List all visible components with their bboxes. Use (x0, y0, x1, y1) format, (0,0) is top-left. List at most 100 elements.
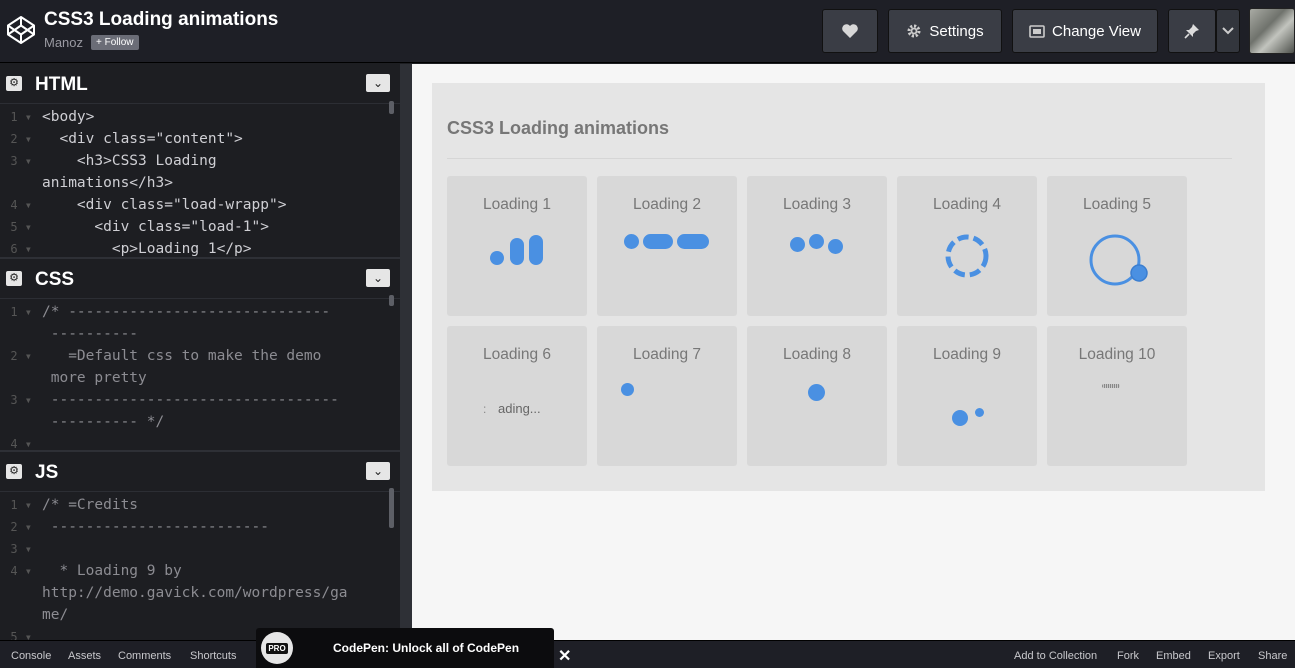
line-number: 4 ▾ (10, 564, 32, 578)
tile-label: Loading 3 (782, 196, 852, 213)
console-button[interactable]: Console (11, 650, 51, 662)
line-number: 5 ▾ (10, 220, 32, 234)
code-line: --------------------------------- (42, 392, 339, 408)
tile-label: Loading 9 (932, 346, 1002, 363)
tile-label: Loading 1 (482, 196, 552, 213)
line-number: 5 ▾ (10, 630, 32, 640)
html-settings-icon[interactable]: ⚙ (6, 76, 22, 91)
line-number: 4 ▾ (10, 198, 32, 212)
tile-label: Loading 4 (932, 196, 1002, 213)
bottom-bar: Console Assets Comments Shortcuts Add to… (0, 640, 1295, 668)
code-line: me/ (42, 607, 69, 623)
css-pane-title: CSS (35, 269, 75, 290)
line-number: 3 ▾ (10, 542, 32, 556)
loader-tile-9: Loading 9 (897, 326, 1037, 466)
chevron-down-icon (1222, 27, 1234, 35)
layout-icon (1029, 24, 1045, 38)
dashed-ring-spinner (945, 234, 989, 278)
pro-promo-banner[interactable]: PRO CodePen: Unlock all of CodePen (256, 628, 554, 668)
code-line: /* ------------------------------ (42, 304, 331, 320)
tile-label: Loading 10 (1078, 346, 1156, 363)
code-line: ---------- */ (42, 414, 165, 430)
pin-button[interactable] (1168, 9, 1216, 53)
loader-tile-8: Loading 8 (747, 326, 887, 466)
line-number: 1 ▾ (10, 110, 32, 124)
comments-button[interactable]: Comments (118, 650, 171, 662)
assets-button[interactable]: Assets (68, 650, 101, 662)
pin-dropdown-button[interactable] (1216, 9, 1240, 53)
export-button[interactable]: Export (1208, 650, 1240, 662)
tile-label: Loading 5 (1082, 196, 1152, 213)
code-line: <h3>CSS3 Loading (42, 153, 217, 169)
tile-label: Loading 8 (782, 346, 852, 363)
heart-button[interactable] (822, 9, 878, 53)
css-scrollbar[interactable] (389, 295, 394, 306)
loading-text: ading... (498, 401, 541, 416)
code-line: ---------- (42, 326, 139, 342)
loader-tile-4: Loading 4 (897, 176, 1037, 316)
follow-button[interactable]: + Follow (91, 35, 139, 50)
html-scrollbar[interactable] (389, 101, 394, 114)
orbit-spinner (1089, 234, 1148, 286)
js-pane-title: JS (35, 462, 59, 483)
loading-text-mark: : (483, 402, 487, 416)
line-number: 3 ▾ (10, 154, 32, 168)
loader-tile-1: Loading 1 (447, 176, 587, 316)
pin-icon (1184, 24, 1199, 39)
line-number: 2 ▾ (10, 349, 32, 363)
loader-dot (624, 234, 639, 249)
add-to-collection-button[interactable]: Add to Collection (1014, 650, 1097, 662)
code-line: /* =Credits (42, 497, 139, 513)
settings-button[interactable]: Settings (888, 9, 1002, 53)
loader-tile-10: Loading 10 (1047, 326, 1187, 466)
loader-dot (952, 410, 968, 426)
css-settings-icon[interactable]: ⚙ (6, 271, 22, 286)
code-line: * Loading 9 by (42, 563, 182, 579)
line-number: 1 ▾ (10, 498, 32, 512)
js-editor-pane: ⚙ JS ⌄ 1 ▾ /* =Credits 2 ▾ ---------------… (0, 450, 400, 640)
code-line: http://demo.gavick.com/wordpress/ga (42, 585, 348, 601)
author-name[interactable]: Manoz (44, 35, 83, 50)
codepen-logo-icon[interactable] (6, 15, 36, 45)
user-avatar[interactable] (1249, 8, 1295, 54)
js-scrollbar[interactable] (389, 488, 394, 528)
code-line: <div class="content"> (42, 131, 243, 147)
codepen-editor: CSS3 Loading animations Manoz + Follow S… (0, 0, 1295, 668)
loader-pill (677, 234, 709, 249)
shortcuts-button[interactable]: Shortcuts (190, 650, 236, 662)
fork-button[interactable]: Fork (1117, 650, 1139, 662)
loader-bar (510, 238, 524, 265)
resize-divider[interactable] (400, 64, 412, 640)
code-line: <div class="load-1"> (42, 219, 269, 235)
embed-button[interactable]: Embed (1156, 650, 1191, 662)
settings-label: Settings (929, 22, 984, 40)
loader-tile-5: Loading 5 (1047, 176, 1187, 316)
share-button[interactable]: Share (1258, 650, 1287, 662)
js-pane-header: ⚙ JS ⌄ (0, 452, 400, 492)
js-settings-icon[interactable]: ⚙ (6, 464, 22, 479)
close-icon[interactable]: ✕ (558, 646, 571, 666)
line-number: 3 ▾ (10, 393, 32, 407)
css-editor-pane: ⚙ CSS ⌄ 1 ▾ /* --------------------------… (0, 257, 400, 449)
css-pane-header: ⚙ CSS ⌄ (0, 259, 400, 299)
loader-bar (529, 235, 543, 265)
pro-badge-label: PRO (266, 642, 288, 654)
code-line: <p>Loading 1</p> (42, 241, 252, 256)
editor-column: ⚙ HTML ⌄ 1 ▾ <body> 2 ▾ <div class="conten… (0, 64, 410, 640)
css-pane-chevron-down-icon[interactable]: ⌄ (366, 269, 390, 287)
loader-dot (621, 383, 634, 396)
html-editor-pane: ⚙ HTML ⌄ 1 ▾ <body> 2 ▾ <div class="conten… (0, 64, 400, 256)
tile-label: Loading 2 (632, 196, 702, 213)
code-line: <div class="load-wrapp"> (42, 197, 287, 213)
loader-dot (809, 234, 824, 249)
line-number: 2 ▾ (10, 132, 32, 146)
pro-badge-icon: PRO (261, 632, 293, 664)
loader-tile-7: Loading 7 (597, 326, 737, 466)
line-number: 2 ▾ (10, 520, 32, 534)
html-pane-title: HTML (35, 74, 88, 95)
js-pane-chevron-down-icon[interactable]: ⌄ (366, 462, 390, 480)
html-pane-chevron-down-icon[interactable]: ⌄ (366, 74, 390, 92)
code-line: more pretty (42, 370, 147, 386)
line-number: 6 ▾ (10, 242, 32, 256)
change-view-button[interactable]: Change View (1012, 9, 1158, 53)
